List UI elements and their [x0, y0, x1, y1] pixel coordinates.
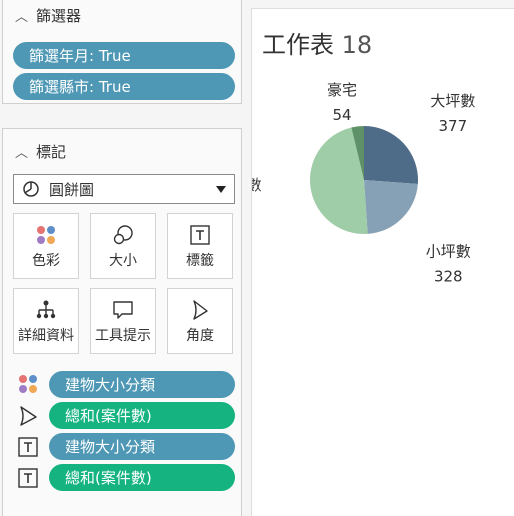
angle-icon — [20, 406, 37, 426]
detail-button-label: 詳細資料 — [18, 328, 74, 344]
dropdown-arrow-icon — [216, 186, 226, 193]
angle-wedge-icon — [193, 300, 208, 320]
pie-category-label-3: 豪宅 — [327, 81, 357, 99]
worksheet-canvas: 工作表 18 大坪數 377 小坪數 328 中坪數 682 豪宅 54 — [251, 8, 514, 516]
angle-button-label: 角度 — [186, 328, 214, 344]
encoding-pill-color[interactable]: 建物大小分類 — [49, 371, 235, 398]
pie-chart: 大坪數 377 小坪數 328 中坪數 682 豪宅 54 — [252, 81, 475, 286]
filter-pill-county[interactable]: 篩選縣市: True — [13, 73, 235, 100]
marks-card: ︿ 標記 圓餅圖 色彩 大小 標籤 詳細資料 工具提示 角度 建物大小分類 總和… — [2, 128, 242, 516]
detail-hierarchy-icon — [36, 300, 56, 319]
mark-type-select[interactable]: 圓餅圖 — [13, 174, 235, 204]
label-button-label: 標籤 — [186, 253, 214, 269]
filters-card: ︿ 篩選器 篩選年月: True 篩選縣市: True — [2, 0, 242, 104]
pie-slice-0[interactable] — [364, 126, 418, 184]
pie-chart-icon — [23, 181, 39, 197]
text-label-icon — [190, 225, 210, 245]
text-icon — [18, 468, 38, 488]
pie-value-label-1: 328 — [434, 268, 463, 286]
encoding-pill-angle[interactable]: 總和(案件數) — [49, 402, 235, 429]
label-button[interactable]: 標籤 — [167, 213, 233, 279]
encoding-pill-label-count[interactable]: 總和(案件數) — [49, 464, 235, 491]
pie-value-label-2: 682 — [252, 201, 253, 219]
encoding-pill-label-category[interactable]: 建物大小分類 — [49, 433, 235, 460]
filters-title: 篩選器 — [36, 7, 82, 25]
sheet-title-text: 工作表 — [262, 31, 334, 59]
size-circles-icon — [113, 225, 133, 245]
pie-value-label-0: 377 — [439, 117, 468, 135]
pie-category-label-1: 小坪數 — [426, 243, 471, 261]
size-button-label: 大小 — [109, 253, 137, 269]
color-button-label: 色彩 — [32, 253, 60, 269]
tooltip-button-label: 工具提示 — [95, 328, 151, 344]
filters-header[interactable]: ︿ 篩選器 — [15, 5, 81, 26]
angle-button[interactable]: 角度 — [167, 288, 233, 354]
marks-title: 標記 — [36, 143, 67, 161]
detail-button[interactable]: 詳細資料 — [13, 288, 79, 354]
filter-pill-year-month[interactable]: 篩選年月: True — [13, 42, 235, 69]
sheet-title: 工作表 18 — [262, 25, 372, 60]
pie-value-label-3: 54 — [332, 106, 351, 124]
pie-category-label-2: 中坪數 — [252, 176, 262, 194]
tooltip-speech-icon — [113, 301, 133, 319]
left-shelf-pane: ︿ 篩選器 篩選年月: True 篩選縣市: True ︿ 標記 圓餅圖 色彩 — [0, 0, 243, 516]
marks-header[interactable]: ︿ 標記 — [15, 141, 66, 162]
pie-slice-1[interactable] — [364, 180, 418, 234]
text-icon — [18, 437, 38, 457]
sheet-title-number: 18 — [341, 31, 373, 59]
collapse-caret-icon[interactable]: ︿ — [15, 6, 28, 25]
color-button[interactable]: 色彩 — [13, 213, 79, 279]
tooltip-button[interactable]: 工具提示 — [90, 288, 156, 354]
color-icon — [19, 375, 37, 393]
size-button[interactable]: 大小 — [90, 213, 156, 279]
pie-category-label-0: 大坪數 — [430, 92, 475, 110]
collapse-caret-icon[interactable]: ︿ — [15, 142, 28, 161]
mark-type-label: 圓餅圖 — [49, 180, 95, 199]
color-dots-icon — [37, 226, 55, 244]
